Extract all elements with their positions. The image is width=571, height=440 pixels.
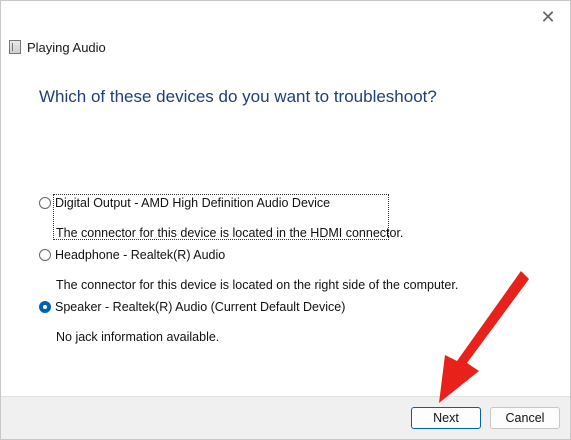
troubleshooter-dialog: ✕ Playing Audio Which of these devices d…: [0, 0, 571, 440]
next-button-label: Next: [433, 411, 459, 425]
page-heading: Which of these devices do you want to tr…: [39, 87, 437, 106]
cancel-button-label: Cancel: [505, 411, 545, 425]
audio-troubleshooter-icon: [9, 40, 21, 54]
option-description: The connector for this device is located…: [56, 226, 404, 240]
option-label: Digital Output - AMD High Definition Aud…: [55, 196, 331, 210]
dialog-title: Playing Audio: [27, 39, 106, 55]
option-headphone[interactable]: Headphone - Realtek(R) Audio: [39, 248, 225, 262]
dialog-footer: Next Cancel: [1, 396, 570, 439]
option-description: No jack information available.: [56, 330, 220, 344]
option-label: Headphone - Realtek(R) Audio: [55, 248, 226, 262]
option-speaker[interactable]: Speaker - Realtek(R) Audio (Current Defa…: [39, 300, 345, 314]
next-button[interactable]: Next: [411, 407, 481, 429]
option-description: The connector for this device is located…: [56, 278, 459, 292]
radio-headphone[interactable]: [39, 249, 51, 261]
radio-speaker[interactable]: [39, 301, 51, 313]
radio-digital-output[interactable]: [39, 197, 51, 209]
dialog-title-bar: Playing Audio: [9, 38, 106, 56]
close-icon: ✕: [540, 7, 556, 27]
cancel-button[interactable]: Cancel: [490, 407, 560, 429]
close-button[interactable]: ✕: [534, 5, 562, 29]
option-digital-output[interactable]: Digital Output - AMD High Definition Aud…: [39, 196, 330, 210]
option-label: Speaker - Realtek(R) Audio (Current Defa…: [55, 300, 346, 314]
